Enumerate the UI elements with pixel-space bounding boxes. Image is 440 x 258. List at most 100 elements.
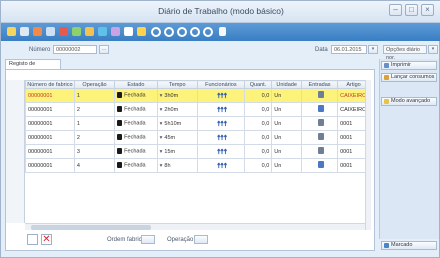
new-icon[interactable]: [7, 27, 16, 36]
nav-circle-icon[interactable]: [151, 27, 161, 37]
fabrico-cell[interactable]: 00000001: [25, 158, 75, 173]
date-field[interactable]: 06.01.2015: [331, 45, 367, 54]
col-header[interactable]: Quant.: [243, 80, 273, 89]
tempo-cell[interactable]: ▾ 2h0m: [156, 102, 198, 117]
document-icon[interactable]: [317, 105, 324, 112]
workers-icon[interactable]: ☨☨☨: [217, 93, 227, 100]
fabrico-cell[interactable]: 00000001: [25, 144, 75, 159]
nav-circle-icon[interactable]: [190, 27, 200, 37]
col-header[interactable]: Operação: [73, 80, 116, 89]
fabrico-cell[interactable]: 00000001: [25, 130, 75, 145]
estado-cell[interactable]: Fechada: [114, 130, 158, 145]
folder-icon[interactable]: [85, 27, 94, 36]
estado-cell[interactable]: Fechada: [114, 88, 158, 103]
confirm-icon[interactable]: [72, 27, 81, 36]
estado-cell[interactable]: Fechada: [114, 102, 158, 117]
entradas-cell[interactable]: [300, 144, 339, 159]
funcionarios-cell[interactable]: ☨☨☨: [196, 88, 245, 103]
options-dropdown-button[interactable]: ▾: [428, 45, 438, 54]
col-header[interactable]: Unidade: [271, 80, 302, 89]
funcionarios-cell[interactable]: ☨☨☨: [196, 144, 245, 159]
help-icon[interactable]: [219, 27, 226, 36]
advanced-mode-button[interactable]: Modo avançado: [381, 97, 437, 106]
col-header[interactable]: Número de fabrico: [25, 80, 75, 89]
calendar-button[interactable]: ▾: [368, 45, 378, 54]
funcionarios-cell[interactable]: ☨☨☨: [196, 158, 245, 173]
tempo-cell[interactable]: ▾ 8h: [156, 158, 198, 173]
col-header[interactable]: Funcionários: [196, 80, 245, 89]
table-row[interactable]: 00000001 2 Fechada ▾ 45m ☨☨☨ 0,0 Un 0001: [25, 130, 370, 145]
tab-registo-operacoes[interactable]: Registo de operações: [5, 59, 61, 76]
ordem-fabrico-field[interactable]: [141, 235, 155, 244]
close-button[interactable]: ×: [421, 4, 434, 16]
funcionarios-cell[interactable]: ☨☨☨: [196, 130, 245, 145]
maximize-button[interactable]: □: [405, 4, 418, 16]
entradas-cell[interactable]: [300, 102, 339, 117]
workers-icon[interactable]: ☨☨☨: [217, 149, 227, 156]
quant-cell[interactable]: 0,0: [243, 88, 273, 103]
funcionarios-cell[interactable]: ☨☨☨: [196, 102, 245, 117]
edit-icon[interactable]: [46, 27, 55, 36]
refresh-icon[interactable]: [98, 27, 107, 36]
launch-consumption-button[interactable]: Lançar consumos: [381, 73, 437, 82]
col-header[interactable]: Entradas: [300, 80, 339, 89]
tempo-cell[interactable]: ▾ 15m: [156, 144, 198, 159]
table-row[interactable]: 00000001 1 Fechada ▾ 3h0m ☨☨☨ 0,0 Un CAIXEIRO: [25, 88, 370, 103]
unidade-cell[interactable]: Un: [271, 158, 302, 173]
unidade-cell[interactable]: Un: [271, 88, 302, 103]
estado-cell[interactable]: Fechada: [114, 158, 158, 173]
chevron-down-icon[interactable]: ▾: [160, 107, 163, 113]
operacao-field[interactable]: [194, 235, 208, 244]
options-field[interactable]: Opções diário nor.: [383, 45, 427, 61]
workers-icon[interactable]: ☨☨☨: [217, 107, 227, 114]
estado-cell[interactable]: Fechada: [114, 116, 158, 131]
unidade-cell[interactable]: Un: [271, 144, 302, 159]
document-icon[interactable]: [317, 161, 324, 168]
document-icon[interactable]: [317, 133, 324, 140]
fabrico-cell[interactable]: 00000001: [25, 102, 75, 117]
operacao-cell[interactable]: 2: [73, 130, 116, 145]
print-button[interactable]: Imprimir: [381, 61, 437, 70]
table-row[interactable]: 00000001 1 Fechada ▾ 5h10m ☨☨☨ 0,0 Un 0001: [25, 116, 370, 131]
fabrico-cell[interactable]: 00000001: [25, 88, 75, 103]
operacao-cell[interactable]: 1: [73, 88, 116, 103]
document-icon[interactable]: [317, 147, 324, 154]
table-row[interactable]: 00000001 2 Fechada ▾ 2h0m ☨☨☨ 0,0 Un CAIXEIRO: [25, 102, 370, 117]
document-icon[interactable]: [317, 119, 324, 126]
tempo-cell[interactable]: ▾ 5h10m: [156, 116, 198, 131]
mark-button[interactable]: Marcado: [381, 241, 437, 250]
chevron-down-icon[interactable]: ▾: [160, 135, 163, 141]
chevron-down-icon[interactable]: ▾: [160, 121, 163, 127]
entradas-cell[interactable]: [300, 88, 339, 103]
numero-field[interactable]: 00000002: [53, 45, 97, 54]
minimize-button[interactable]: –: [389, 4, 402, 16]
estado-cell[interactable]: Fechada: [114, 144, 158, 159]
prev-icon[interactable]: [137, 27, 146, 36]
print-icon[interactable]: [111, 27, 120, 36]
operacao-cell[interactable]: 2: [73, 102, 116, 117]
new-row-icon[interactable]: [27, 234, 38, 245]
col-header[interactable]: Tempo: [156, 80, 198, 89]
save-icon[interactable]: [33, 27, 42, 36]
entradas-cell[interactable]: [300, 130, 339, 145]
tempo-cell[interactable]: ▾ 45m: [156, 130, 198, 145]
quant-cell[interactable]: 0,0: [243, 158, 273, 173]
quant-cell[interactable]: 0,0: [243, 102, 273, 117]
unidade-cell[interactable]: Un: [271, 130, 302, 145]
table-row[interactable]: 00000001 4 Fechada ▾ 8h ☨☨☨ 0,0 Un 0001: [25, 158, 370, 173]
chevron-down-icon[interactable]: ▾: [160, 93, 163, 99]
chevron-down-icon[interactable]: ▾: [160, 163, 163, 169]
delete-icon[interactable]: [59, 27, 68, 36]
operacao-cell[interactable]: 4: [73, 158, 116, 173]
tempo-cell[interactable]: ▾ 3h0m: [156, 88, 198, 103]
chevron-down-icon[interactable]: ▾: [160, 149, 163, 155]
vertical-scrollbar[interactable]: [365, 80, 371, 230]
table-row[interactable]: 00000001 3 Fechada ▾ 15m ☨☨☨ 0,0 Un 0001: [25, 144, 370, 159]
quant-cell[interactable]: 0,0: [243, 130, 273, 145]
unidade-cell[interactable]: Un: [271, 116, 302, 131]
workers-icon[interactable]: ☨☨☨: [217, 135, 227, 142]
delete-row-icon[interactable]: ✕: [41, 234, 52, 245]
entradas-cell[interactable]: [300, 116, 339, 131]
operacao-cell[interactable]: 3: [73, 144, 116, 159]
funcionarios-cell[interactable]: ☨☨☨: [196, 116, 245, 131]
